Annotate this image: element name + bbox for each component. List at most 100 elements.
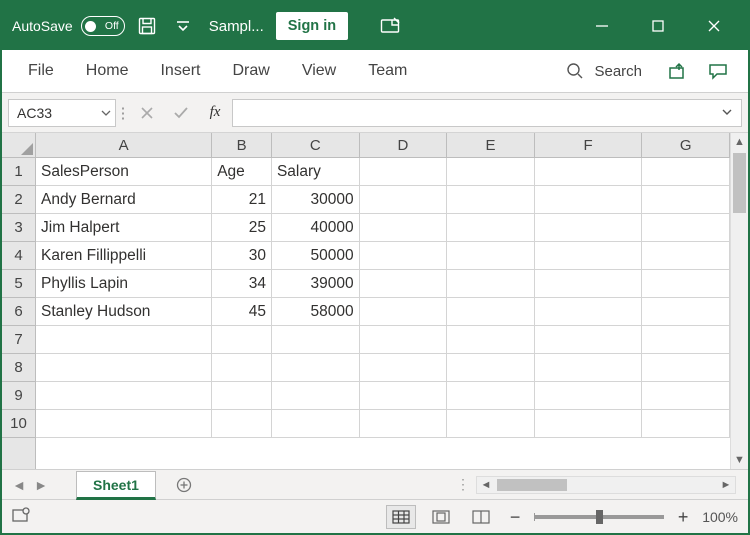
cell-b5[interactable]: 34 — [212, 270, 272, 298]
cell[interactable] — [642, 298, 730, 326]
scroll-up-icon[interactable]: ▲ — [731, 133, 748, 151]
cell[interactable] — [535, 382, 643, 410]
zoom-level[interactable]: 100% — [702, 509, 738, 525]
cell[interactable] — [447, 382, 535, 410]
row-header-4[interactable]: 4 — [2, 242, 35, 270]
cell-b6[interactable]: 45 — [212, 298, 272, 326]
row-header-5[interactable]: 5 — [2, 270, 35, 298]
cell[interactable] — [535, 326, 643, 354]
cell[interactable] — [36, 410, 212, 438]
cell[interactable] — [447, 410, 535, 438]
autosave-control[interactable]: AutoSave Off — [12, 16, 125, 36]
vscroll-thumb[interactable] — [733, 153, 746, 213]
share-icon[interactable] — [660, 55, 696, 87]
row-header-2[interactable]: 2 — [2, 186, 35, 214]
col-header-g[interactable]: G — [642, 133, 730, 157]
select-all-corner[interactable] — [2, 133, 36, 158]
save-icon[interactable] — [133, 12, 161, 40]
tab-view[interactable]: View — [288, 50, 350, 92]
zoom-slider-thumb[interactable] — [596, 510, 603, 524]
horizontal-scrollbar[interactable]: ◄ ► — [476, 476, 736, 494]
cell[interactable] — [447, 270, 535, 298]
cell[interactable] — [535, 186, 643, 214]
cell[interactable] — [642, 326, 730, 354]
cancel-formula-button[interactable] — [130, 99, 164, 127]
cell[interactable] — [360, 298, 448, 326]
search-button[interactable]: Search — [552, 62, 656, 80]
zoom-out-button[interactable]: − — [506, 508, 524, 526]
expand-formula-bar-icon[interactable] — [721, 105, 733, 121]
cell-b3[interactable]: 25 — [212, 214, 272, 242]
row-header-1[interactable]: 1 — [2, 158, 35, 186]
scroll-left-icon[interactable]: ◄ — [477, 479, 495, 491]
macro-record-icon[interactable] — [12, 507, 32, 526]
cell[interactable] — [642, 382, 730, 410]
cell[interactable] — [642, 186, 730, 214]
enter-formula-button[interactable] — [164, 99, 198, 127]
minimize-button[interactable] — [574, 6, 630, 46]
insert-function-button[interactable]: fx — [198, 104, 232, 121]
cell-c4[interactable]: 50000 — [272, 242, 360, 270]
cell[interactable] — [642, 270, 730, 298]
col-header-d[interactable]: D — [360, 133, 448, 157]
cell-a5[interactable]: Phyllis Lapin — [36, 270, 212, 298]
resize-handle[interactable]: ⋮ — [116, 104, 130, 122]
tab-home[interactable]: Home — [72, 50, 143, 92]
cell[interactable] — [447, 326, 535, 354]
close-button[interactable] — [686, 6, 742, 46]
cell-a3[interactable]: Jim Halpert — [36, 214, 212, 242]
row-header-8[interactable]: 8 — [2, 354, 35, 382]
cell[interactable] — [447, 214, 535, 242]
cell[interactable] — [272, 354, 360, 382]
cell-a2[interactable]: Andy Bernard — [36, 186, 212, 214]
cell-b1[interactable]: Age — [212, 158, 272, 186]
cell[interactable] — [360, 326, 448, 354]
cell[interactable] — [447, 354, 535, 382]
cell[interactable] — [535, 410, 643, 438]
cell[interactable] — [447, 298, 535, 326]
scroll-right-icon[interactable]: ► — [717, 479, 735, 491]
page-break-view-button[interactable] — [466, 505, 496, 529]
tab-insert[interactable]: Insert — [146, 50, 214, 92]
chevron-down-icon[interactable] — [101, 105, 111, 121]
cell[interactable] — [212, 326, 272, 354]
add-sheet-button[interactable] — [170, 471, 198, 499]
cell[interactable] — [642, 410, 730, 438]
cell[interactable] — [360, 270, 448, 298]
comments-icon[interactable] — [700, 55, 736, 87]
row-header-6[interactable]: 6 — [2, 298, 35, 326]
cell-a6[interactable]: Stanley Hudson — [36, 298, 212, 326]
cell[interactable] — [535, 158, 643, 186]
cell-a4[interactable]: Karen Fillippelli — [36, 242, 212, 270]
customize-qat-icon[interactable] — [169, 12, 197, 40]
sheet-nav-next[interactable]: ► — [30, 474, 52, 496]
row-header-3[interactable]: 3 — [2, 214, 35, 242]
cell[interactable] — [535, 270, 643, 298]
page-layout-view-button[interactable] — [426, 505, 456, 529]
tab-team[interactable]: Team — [354, 50, 421, 92]
cell[interactable] — [535, 242, 643, 270]
cell[interactable] — [272, 326, 360, 354]
tab-split-handle[interactable]: ⋮ — [456, 476, 470, 493]
cell-c1[interactable]: Salary — [272, 158, 360, 186]
sheet-tab-active[interactable]: Sheet1 — [76, 471, 156, 500]
col-header-b[interactable]: B — [212, 133, 272, 157]
cell-b4[interactable]: 30 — [212, 242, 272, 270]
normal-view-button[interactable] — [386, 505, 416, 529]
col-header-c[interactable]: C — [272, 133, 360, 157]
cell[interactable] — [360, 410, 448, 438]
cell[interactable] — [447, 186, 535, 214]
row-header-10[interactable]: 10 — [2, 410, 35, 438]
name-box[interactable]: AC33 — [8, 99, 116, 127]
zoom-slider[interactable] — [534, 515, 664, 519]
cell[interactable] — [447, 158, 535, 186]
cell[interactable] — [535, 354, 643, 382]
cell[interactable] — [272, 410, 360, 438]
row-header-7[interactable]: 7 — [2, 326, 35, 354]
hscroll-thumb[interactable] — [497, 479, 567, 491]
cell-c3[interactable]: 40000 — [272, 214, 360, 242]
cell[interactable] — [642, 158, 730, 186]
cell[interactable] — [36, 382, 212, 410]
cell[interactable] — [36, 326, 212, 354]
cell[interactable] — [642, 354, 730, 382]
